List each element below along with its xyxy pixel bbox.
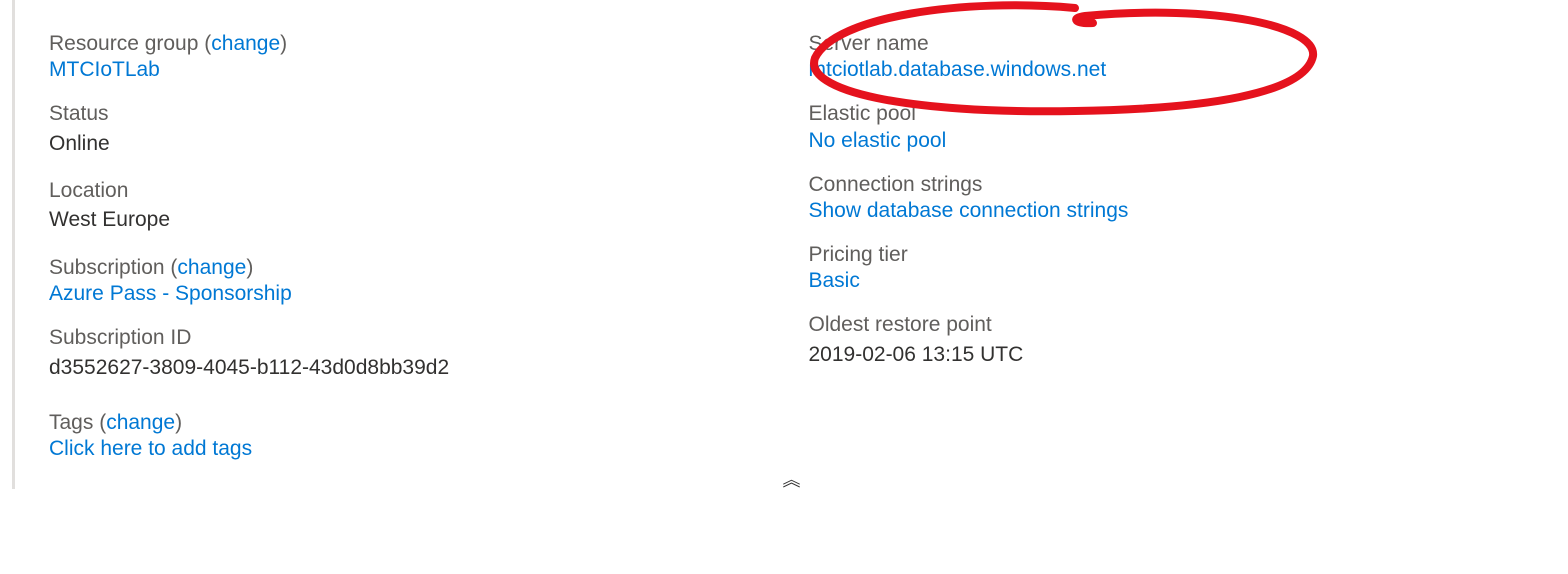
overview-right-column: Server name mtciotlab.database.windows.n…	[809, 30, 1568, 479]
overview-essentials-pane: Resource group (change) MTCIoTLab Status…	[12, 0, 1568, 489]
tags-property: Tags (change) Click here to add tags	[49, 409, 809, 461]
connection-strings-value-link[interactable]: Show database connection strings	[809, 199, 1568, 223]
tags-change-link[interactable]: change	[106, 411, 175, 434]
tags-add-link[interactable]: Click here to add tags	[49, 437, 809, 461]
status-value: Online	[49, 129, 809, 159]
elastic-pool-value-link[interactable]: No elastic pool	[809, 129, 1568, 153]
status-property: Status Online	[49, 100, 809, 159]
tags-label-text: Tags	[49, 411, 93, 434]
server-name-label: Server name	[809, 30, 1568, 58]
resource-group-change-link[interactable]: change	[211, 32, 280, 55]
oldest-restore-property: Oldest restore point 2019-02-06 13:15 UT…	[809, 311, 1568, 370]
subscription-property: Subscription (change) Azure Pass - Spons…	[49, 254, 809, 306]
tags-label: Tags (change)	[49, 409, 809, 437]
resource-group-value-link[interactable]: MTCIoTLab	[49, 58, 809, 82]
pricing-tier-value-link[interactable]: Basic	[809, 269, 1568, 293]
oldest-restore-label: Oldest restore point	[809, 311, 1568, 339]
subscription-label: Subscription (change)	[49, 254, 809, 282]
location-property: Location West Europe	[49, 177, 809, 236]
location-label: Location	[49, 177, 809, 205]
elastic-pool-property: Elastic pool No elastic pool	[809, 100, 1568, 152]
resource-group-label: Resource group (change)	[49, 30, 809, 58]
pricing-tier-property: Pricing tier Basic	[809, 241, 1568, 293]
subscription-label-text: Subscription	[49, 256, 165, 279]
subscription-change-link[interactable]: change	[177, 256, 246, 279]
overview-left-column: Resource group (change) MTCIoTLab Status…	[49, 30, 809, 479]
subscription-id-value: d3552627-3809-4045-b112-43d0d8bb39d2	[49, 353, 809, 383]
subscription-id-label: Subscription ID	[49, 324, 809, 352]
status-label: Status	[49, 100, 809, 128]
connection-strings-label: Connection strings	[809, 171, 1568, 199]
subscription-value-link[interactable]: Azure Pass - Sponsorship	[49, 282, 809, 306]
elastic-pool-label: Elastic pool	[809, 100, 1568, 128]
resource-group-property: Resource group (change) MTCIoTLab	[49, 30, 809, 82]
resource-group-label-text: Resource group	[49, 32, 198, 55]
location-value: West Europe	[49, 205, 809, 235]
connection-strings-property: Connection strings Show database connect…	[809, 171, 1568, 223]
server-name-value-link[interactable]: mtciotlab.database.windows.net	[809, 58, 1568, 82]
pricing-tier-label: Pricing tier	[809, 241, 1568, 269]
collapse-essentials-button[interactable]: ︽	[783, 471, 801, 489]
oldest-restore-value: 2019-02-06 13:15 UTC	[809, 340, 1568, 370]
server-name-property: Server name mtciotlab.database.windows.n…	[809, 30, 1568, 82]
subscription-id-property: Subscription ID d3552627-3809-4045-b112-…	[49, 324, 809, 383]
